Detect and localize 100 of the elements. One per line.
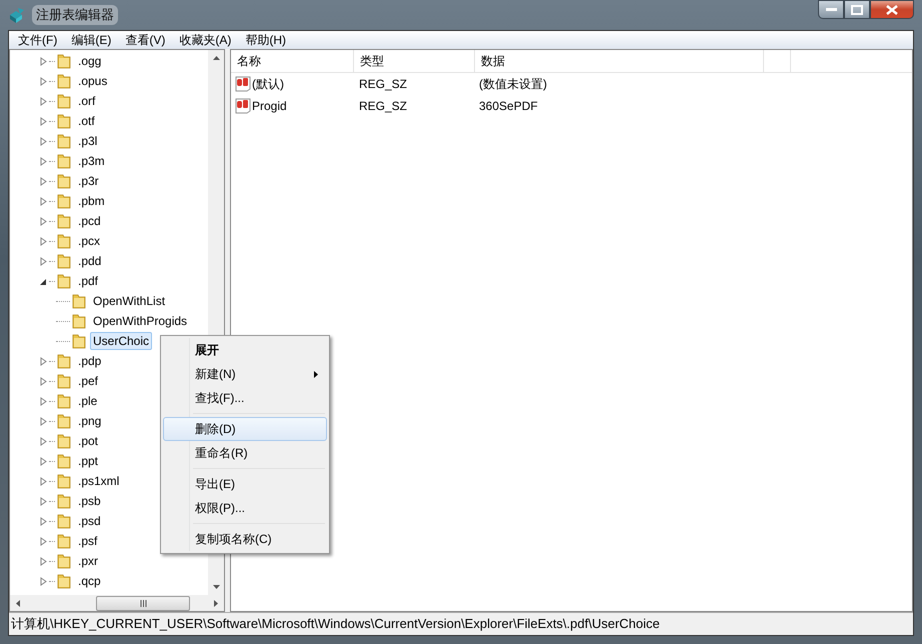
- expand-arrow-icon[interactable]: [40, 476, 49, 486]
- tree-item[interactable]: .pcx: [75, 232, 104, 250]
- menu-item[interactable]: 删除(D): [163, 417, 327, 441]
- menu-item[interactable]: 编辑(E): [64, 32, 118, 48]
- expand-arrow-icon[interactable]: [40, 156, 49, 166]
- tree-item[interactable]: .ple: [75, 392, 100, 410]
- menu-item[interactable]: 权限(P)...: [163, 496, 327, 520]
- column-header[interactable]: 数据: [475, 50, 764, 72]
- folder-icon: [57, 113, 71, 129]
- folder-icon: [72, 313, 86, 329]
- expand-arrow-icon[interactable]: [40, 196, 49, 206]
- tree-item[interactable]: .orf: [75, 92, 98, 110]
- tree-item[interactable]: .psb: [75, 492, 104, 510]
- maximize-button[interactable]: [844, 0, 870, 19]
- tree-item[interactable]: UserChoic: [90, 332, 152, 350]
- expand-arrow-icon[interactable]: [40, 556, 49, 566]
- collapse-arrow-icon[interactable]: [40, 278, 49, 284]
- maximize-icon: [851, 4, 863, 14]
- expand-arrow-icon[interactable]: [40, 456, 49, 466]
- tree-item[interactable]: .pxr: [75, 552, 102, 570]
- menu-item[interactable]: 复制项名称(C): [163, 527, 327, 551]
- table-cell-text: 360SePDF: [478, 99, 539, 113]
- folder-icon: [57, 473, 71, 489]
- tree-item[interactable]: .qcp: [75, 572, 104, 590]
- tree-item[interactable]: .pef: [75, 372, 102, 390]
- tree-item[interactable]: .pot: [75, 432, 102, 450]
- expand-arrow-icon[interactable]: [40, 536, 49, 546]
- expand-arrow-icon[interactable]: [40, 516, 49, 526]
- scroll-up-icon[interactable]: [212, 56, 220, 60]
- expand-arrow-icon[interactable]: [40, 56, 49, 66]
- tree-item[interactable]: OpenWithProgids: [90, 312, 190, 330]
- folder-icon: [57, 393, 71, 409]
- expand-arrow-icon[interactable]: [40, 176, 49, 186]
- tree-item[interactable]: .ppt: [75, 452, 102, 470]
- menu-item[interactable]: 展开: [163, 338, 327, 362]
- expand-arrow-icon[interactable]: [40, 136, 49, 146]
- tree-item[interactable]: .pbm: [75, 192, 108, 210]
- tree-item[interactable]: .pdp: [75, 352, 104, 370]
- tree-item[interactable]: .ps1xml: [75, 472, 122, 490]
- submenu-arrow-icon: [314, 370, 318, 378]
- menu-item[interactable]: 帮助(H): [238, 32, 293, 48]
- expand-arrow-icon[interactable]: [40, 236, 49, 246]
- folder-icon: [57, 433, 71, 449]
- string-value-icon: [235, 98, 251, 114]
- folder-icon: [57, 233, 71, 249]
- tree-item[interactable]: .pcd: [75, 212, 104, 230]
- registry-editor-icon: [8, 6, 26, 24]
- folder-icon: [57, 53, 71, 69]
- table-cell-text: REG_SZ: [358, 77, 408, 91]
- folder-icon: [57, 153, 71, 169]
- expand-arrow-icon[interactable]: [40, 96, 49, 106]
- tree-item[interactable]: .p3m: [75, 152, 108, 170]
- folder-icon: [57, 173, 71, 189]
- tree-item[interactable]: OpenWithList: [90, 292, 168, 310]
- minimize-button[interactable]: [818, 0, 844, 19]
- scroll-left-icon[interactable]: [16, 600, 20, 606]
- expand-arrow-icon[interactable]: [40, 216, 49, 226]
- menu-item[interactable]: 查找(F)...: [163, 386, 327, 410]
- close-icon: [886, 4, 898, 14]
- menu-item[interactable]: 重命名(R): [163, 441, 327, 465]
- expand-arrow-icon[interactable]: [40, 116, 49, 126]
- tree-item[interactable]: .p3r: [75, 172, 102, 190]
- column-header[interactable]: 名称: [231, 50, 354, 72]
- expand-arrow-icon[interactable]: [40, 76, 49, 86]
- expand-arrow-icon[interactable]: [40, 496, 49, 506]
- tree-item[interactable]: .psd: [75, 512, 104, 530]
- expand-arrow-icon[interactable]: [40, 436, 49, 446]
- folder-icon: [57, 373, 71, 389]
- expand-arrow-icon[interactable]: [40, 576, 49, 586]
- expand-arrow-icon[interactable]: [40, 396, 49, 406]
- expand-arrow-icon[interactable]: [40, 256, 49, 266]
- tree-item[interactable]: .pdf: [75, 272, 102, 290]
- tree-item[interactable]: .png: [75, 412, 104, 430]
- menu-item[interactable]: 收藏夹(A): [172, 32, 238, 48]
- window-title: 注册表编辑器: [32, 5, 118, 25]
- expand-arrow-icon[interactable]: [40, 416, 49, 426]
- tree-item[interactable]: .opus: [75, 72, 110, 90]
- menu-item[interactable]: 查看(V): [118, 32, 172, 48]
- folder-icon: [72, 293, 86, 309]
- menu-item[interactable]: 新建(N): [163, 362, 327, 386]
- tree-item[interactable]: .psf: [75, 532, 100, 550]
- scroll-down-icon[interactable]: [212, 585, 220, 589]
- menu-item[interactable]: 导出(E): [163, 472, 327, 496]
- expand-arrow-icon[interactable]: [40, 356, 49, 366]
- menu-item[interactable]: 文件(F): [11, 32, 64, 48]
- scroll-right-icon[interactable]: [214, 600, 218, 606]
- tree-item[interactable]: .otf: [75, 112, 98, 130]
- expand-arrow-icon[interactable]: [40, 376, 49, 386]
- close-button[interactable]: [870, 0, 914, 19]
- folder-icon: [57, 493, 71, 509]
- scroll-thumb[interactable]: [96, 596, 190, 610]
- folder-icon: [57, 73, 71, 89]
- horizontal-scrollbar[interactable]: [10, 595, 224, 611]
- column-header[interactable]: 类型: [354, 50, 475, 72]
- tree-item[interactable]: .p3l: [75, 132, 100, 150]
- table-cell-text: (数值未设置): [478, 76, 548, 92]
- tree-item[interactable]: .ogg: [75, 52, 104, 70]
- string-value-icon: [235, 76, 251, 92]
- folder-icon: [57, 213, 71, 229]
- tree-item[interactable]: .pdd: [75, 252, 104, 270]
